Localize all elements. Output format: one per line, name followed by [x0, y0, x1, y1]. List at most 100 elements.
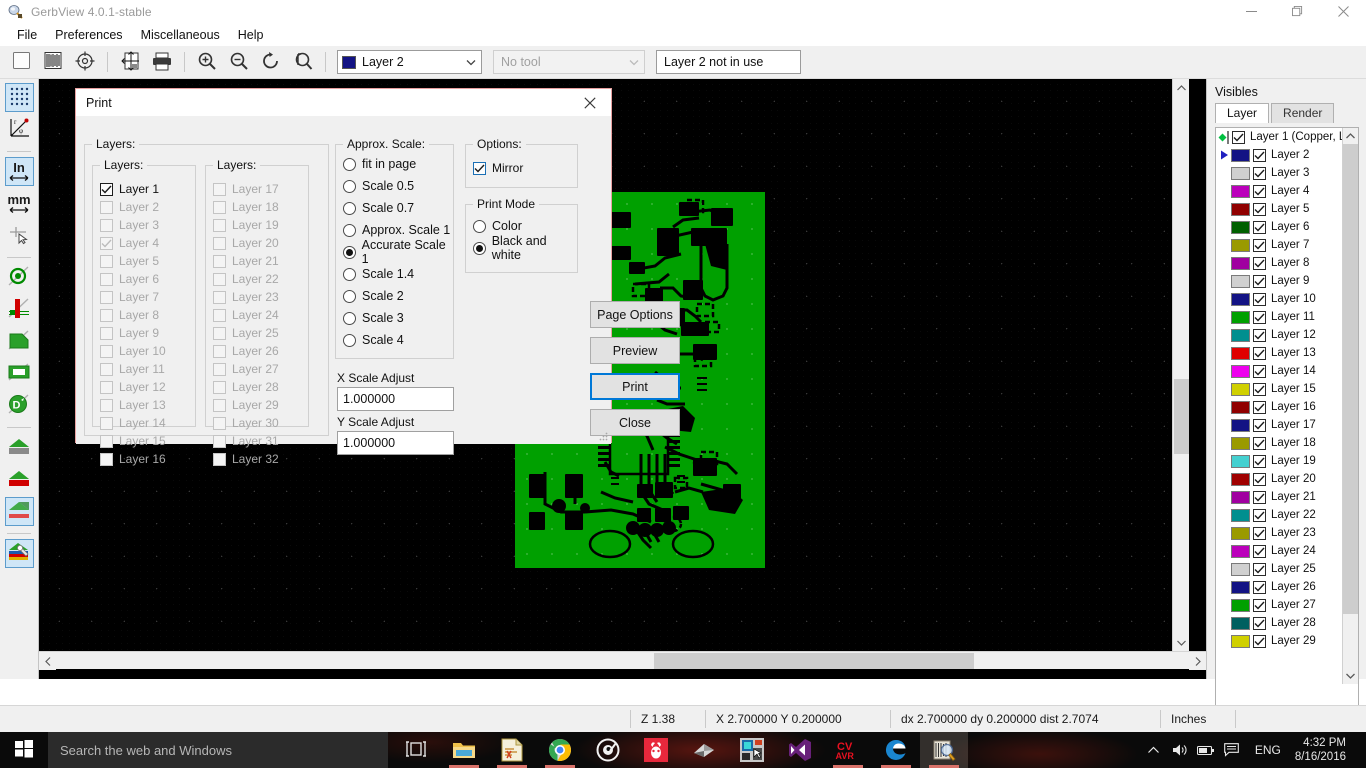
- layer-scroll-up-button[interactable]: [1343, 128, 1358, 144]
- layer-color-swatch[interactable]: [1231, 202, 1250, 216]
- x-scale-adjust-input[interactable]: 1.000000: [337, 387, 454, 411]
- print-layer-row[interactable]: Layer 27: [206, 360, 308, 378]
- visual-studio-icon[interactable]: [776, 732, 824, 768]
- scroll-right-button[interactable]: [1189, 652, 1206, 670]
- layer-visibility-checkbox[interactable]: [1253, 238, 1266, 252]
- layer-visibility-row[interactable]: Layer 9: [1216, 272, 1343, 290]
- layer-visibility-checkbox[interactable]: [1253, 166, 1266, 180]
- menu-item-preferences[interactable]: Preferences: [46, 25, 131, 45]
- layer-visibility-row[interactable]: Layer 10: [1216, 290, 1343, 308]
- approx-scale-radio[interactable]: [343, 157, 356, 171]
- layer-visibility-checkbox[interactable]: [1253, 454, 1266, 468]
- canvas-vertical-scrollbar[interactable]: [1172, 79, 1189, 651]
- layer-visibility-checkbox[interactable]: [1253, 256, 1266, 270]
- layer-color-swatch[interactable]: [1231, 382, 1250, 396]
- layers-normal-mode-button[interactable]: [5, 433, 34, 462]
- page-settings-button[interactable]: [115, 49, 145, 76]
- print-layer-row[interactable]: Layer 32: [206, 450, 308, 468]
- maximize-button[interactable]: [1274, 0, 1320, 23]
- y-scale-adjust-input[interactable]: 1.000000: [337, 431, 454, 455]
- layer-color-swatch[interactable]: [1231, 544, 1250, 558]
- open-drill-file-button[interactable]: [70, 49, 100, 76]
- speaker-icon[interactable]: [1167, 732, 1193, 768]
- layer-visibility-row[interactable]: Layer 26: [1216, 578, 1343, 596]
- layer-visibility-row[interactable]: Layer 6: [1216, 218, 1343, 236]
- layer-visibility-checkbox[interactable]: [1253, 400, 1266, 414]
- layer-visibility-checkbox[interactable]: [1253, 490, 1266, 504]
- layer-visibility-checkbox[interactable]: [1253, 508, 1266, 522]
- print-layer-row[interactable]: Layer 25: [206, 324, 308, 342]
- layer-visibility-row[interactable]: Layer 12: [1216, 326, 1343, 344]
- close-icon[interactable]: [569, 89, 611, 116]
- layer-visibility-row[interactable]: Layer 1 (Copper, L1,: [1216, 128, 1343, 146]
- layer-visibility-checkbox[interactable]: [1253, 202, 1266, 216]
- layer-visibility-checkbox[interactable]: [1253, 292, 1266, 306]
- zoom-out-button[interactable]: [224, 49, 254, 76]
- print-mode-option[interactable]: Black and white: [466, 234, 577, 262]
- scroll-left-button[interactable]: [39, 652, 56, 670]
- layer-visibility-row[interactable]: Layer 5: [1216, 200, 1343, 218]
- print-dialog[interactable]: Print Layers: Layers: Layer 1 Layer 2 Laye…: [75, 88, 680, 466]
- dialog-resize-grip[interactable]: [598, 431, 608, 441]
- approx-scale-option[interactable]: Accurate Scale 1: [336, 238, 453, 266]
- layers-stacked-mode-button[interactable]: [5, 465, 34, 494]
- layer-visibility-row[interactable]: Layer 22: [1216, 506, 1343, 524]
- layer-visibility-row[interactable]: Layer 29: [1216, 632, 1343, 650]
- scroll-up-button[interactable]: [1173, 79, 1189, 96]
- approx-scale-radio[interactable]: [343, 333, 356, 347]
- layer-visibility-checkbox[interactable]: [1253, 526, 1266, 540]
- layer-color-swatch[interactable]: [1231, 454, 1250, 468]
- tool-select[interactable]: No tool: [493, 50, 645, 74]
- layer-visibility-checkbox[interactable]: [1253, 634, 1266, 648]
- layer-color-swatch[interactable]: [1231, 166, 1250, 180]
- layer-visibility-checkbox[interactable]: [1253, 472, 1266, 486]
- show-polygons-sketch-toggle[interactable]: [5, 327, 34, 356]
- scroll-down-button[interactable]: [1173, 634, 1189, 651]
- close-window-button[interactable]: [1320, 0, 1366, 23]
- layer-color-swatch[interactable]: [1231, 220, 1250, 234]
- print-layer-row[interactable]: Layer 8: [93, 306, 195, 324]
- codevision-avr-icon[interactable]: CV AVR: [824, 732, 872, 768]
- layer-visibility-row[interactable]: Layer 3: [1216, 164, 1343, 182]
- layer-color-swatch[interactable]: [1231, 256, 1250, 270]
- print-layer-row[interactable]: Layer 18: [206, 198, 308, 216]
- print-layer-row[interactable]: Layer 2: [93, 198, 195, 216]
- cursor-shape-toggle[interactable]: [5, 221, 34, 250]
- layer-scroll-down-button[interactable]: [1343, 668, 1358, 684]
- refresh-button[interactable]: [256, 49, 286, 76]
- menu-item-file[interactable]: File: [8, 25, 46, 45]
- layer-visibility-checkbox[interactable]: [1253, 418, 1266, 432]
- approx-scale-option[interactable]: Scale 4: [336, 329, 453, 351]
- approx-scale-radio[interactable]: [343, 245, 356, 259]
- layer-visibility-checkbox[interactable]: [1253, 274, 1266, 288]
- input-language-indicator[interactable]: ENG: [1245, 743, 1291, 757]
- layer-visibility-row[interactable]: Layer 13: [1216, 344, 1343, 362]
- clock[interactable]: 4:32 PM 8/16/2016: [1291, 736, 1356, 764]
- grid-display-toggle[interactable]: [4, 83, 34, 112]
- approx-scale-option[interactable]: Scale 2: [336, 285, 453, 307]
- print-layer-row[interactable]: Layer 13: [93, 396, 195, 414]
- print-layer-row[interactable]: Layer 22: [206, 270, 308, 288]
- print-mode-radio[interactable]: [473, 219, 486, 233]
- print-layer-row[interactable]: Layer 31: [206, 432, 308, 450]
- layer-visibility-row[interactable]: Layer 19: [1216, 452, 1343, 470]
- layer-visibility-row[interactable]: Layer 25: [1216, 560, 1343, 578]
- print-layer-row[interactable]: Layer 28: [206, 378, 308, 396]
- layer-color-swatch[interactable]: [1231, 580, 1250, 594]
- approx-scale-radio[interactable]: [343, 289, 356, 303]
- page-options-button[interactable]: Page Options: [590, 301, 680, 328]
- notepad-editor-icon[interactable]: [488, 732, 536, 768]
- layer-scroll-thumb[interactable]: [1343, 144, 1358, 614]
- open-gerber-file-button[interactable]: [38, 49, 68, 76]
- print-layer-row[interactable]: Layer 3: [93, 216, 195, 234]
- approx-scale-option[interactable]: Scale 1.4: [336, 263, 453, 285]
- layer-visibility-checkbox[interactable]: [1253, 382, 1266, 396]
- layer-visibility-row[interactable]: Layer 4: [1216, 182, 1343, 200]
- print-layer-row[interactable]: Layer 30: [206, 414, 308, 432]
- horizontal-scroll-thumb[interactable]: [654, 653, 974, 669]
- layer-color-swatch[interactable]: [1231, 436, 1250, 450]
- layer-color-swatch[interactable]: [1231, 418, 1250, 432]
- sketchup-icon[interactable]: [680, 732, 728, 768]
- layer-color-swatch[interactable]: [1231, 274, 1250, 288]
- layer-visibility-checkbox[interactable]: [1253, 184, 1266, 198]
